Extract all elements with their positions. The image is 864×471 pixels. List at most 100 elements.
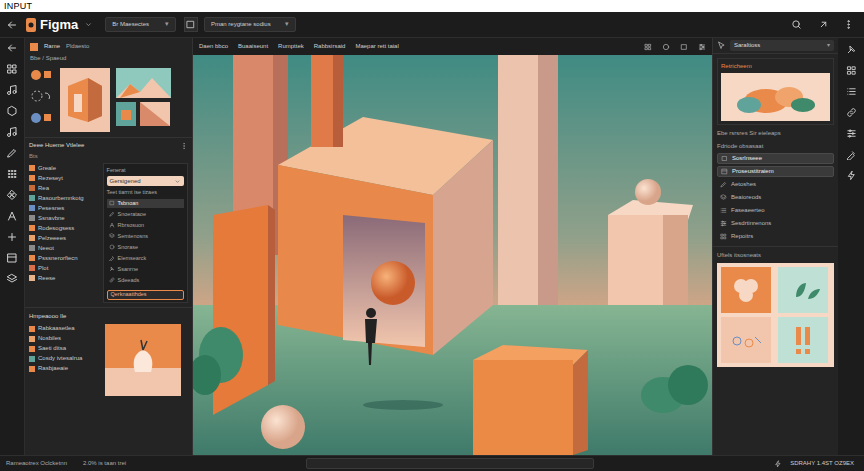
layer-row[interactable]: Rezeseyt (29, 173, 99, 183)
layer-row[interactable]: Greale (29, 163, 99, 173)
property-row[interactable]: Sesdrtinrenons (717, 218, 834, 229)
page-swatch (29, 346, 35, 352)
layer-row[interactable]: Rasourbemnkotg (29, 193, 99, 203)
asset-card (116, 102, 136, 126)
arrow-left-icon[interactable] (6, 42, 18, 54)
frame-icon[interactable] (6, 252, 18, 264)
property-label: Snorase (118, 243, 139, 251)
dropdown-value: Saraltioss (734, 41, 760, 50)
property-row[interactable]: Beaioreods (717, 192, 834, 203)
bars-tile (778, 317, 831, 363)
app-window: INPUT FigmaBr Maesectes▾Pman reygtane so… (0, 0, 864, 471)
pen-icon[interactable] (6, 147, 18, 159)
page-row[interactable]: Nosbiles (29, 334, 99, 344)
view-menu[interactable]: Pman reygtane sodius▾ (204, 17, 296, 32)
square-icon[interactable] (680, 43, 688, 51)
layer-swatch (29, 235, 35, 241)
property-row[interactable]: Semtenosns (107, 232, 184, 241)
layer-row[interactable]: Ssnavbne (29, 213, 99, 223)
cursor-icon[interactable] (717, 41, 726, 50)
layer-row[interactable]: Neeot (29, 243, 99, 253)
page-row[interactable]: Cosdy ivtesalrua (29, 354, 99, 364)
layer-row[interactable]: Psssnerorfiecn (29, 253, 99, 263)
page-label: Rasbjaeaie (38, 364, 68, 373)
more-icon[interactable] (843, 19, 854, 30)
share-icon[interactable] (818, 19, 829, 30)
component-icon[interactable] (6, 189, 18, 201)
property-row[interactable]: Rbrsosuon (107, 221, 184, 230)
circle-icon[interactable] (662, 43, 670, 51)
layer-row[interactable]: Reese (29, 273, 99, 283)
layer-row[interactable]: Rea (29, 183, 99, 193)
property-row[interactable]: Ssanrne (107, 265, 184, 274)
right-dropdown[interactable]: Saraltioss▾ (730, 40, 834, 51)
layer-label: Rasourbemnkotg (38, 194, 84, 203)
property-label: Elemsearck (118, 254, 147, 262)
grid-icon[interactable] (644, 43, 652, 51)
music-note-icon[interactable] (6, 126, 18, 138)
property-row[interactable]: Snoerataoe (107, 210, 184, 219)
page-row[interactable]: Saeti ditsa (29, 344, 99, 354)
more-icon[interactable] (180, 142, 188, 150)
property-icon (109, 255, 115, 261)
property-icon (720, 181, 727, 188)
text-icon[interactable] (6, 210, 18, 222)
page-row[interactable]: Rabkaasetlea (29, 324, 99, 334)
properties-button[interactable]: Qerknaatthdes (107, 290, 184, 300)
layers-icon[interactable] (6, 273, 18, 285)
property-row[interactable]: Aetoshes (717, 179, 834, 190)
bolt-icon[interactable] (846, 170, 857, 181)
layer-swatch (29, 185, 35, 191)
layer-label: Psssnerorfiecn (38, 254, 78, 263)
property-row[interactable]: Elemsearck (107, 254, 184, 263)
layer-row[interactable]: Pesesnes (29, 203, 99, 213)
music-icon[interactable] (6, 84, 18, 96)
properties-panel: FeneratGersigenedTeet tiarrnt ise tizaes… (103, 163, 188, 303)
toolbar-item[interactable]: Rumpttek (278, 42, 304, 51)
properties-title: Fenerat (107, 166, 184, 174)
property-row[interactable]: Proseustitraiem (717, 166, 834, 177)
grid-icon[interactable] (846, 65, 857, 76)
square-icon[interactable] (184, 17, 198, 32)
dots-grid-icon[interactable] (6, 168, 18, 180)
page-swatch (29, 366, 35, 372)
arrow-left-icon[interactable] (6, 19, 18, 31)
property-row[interactable]: Repoitrs (717, 231, 834, 242)
grid-icon[interactable] (6, 63, 18, 75)
layer-row[interactable]: Plot (29, 263, 99, 273)
pin-icon[interactable] (846, 44, 857, 55)
property-icon (109, 244, 115, 250)
layer-swatch (29, 165, 35, 171)
command-input[interactable] (306, 458, 594, 469)
search-icon[interactable] (791, 19, 802, 30)
file-menu[interactable]: Br Maesectes▾ (105, 17, 176, 32)
page-thumbnail (105, 324, 181, 396)
properties-dropdown[interactable]: Gersigened (107, 176, 184, 186)
property-row[interactable]: Sdeeads (107, 276, 184, 285)
property-row[interactable]: Snorase (107, 243, 184, 252)
list-icon[interactable] (846, 86, 857, 97)
property-row[interactable]: Tsbnoan (107, 199, 184, 208)
property-row[interactable]: Sosrlnseee (717, 153, 834, 164)
property-icon (109, 200, 115, 206)
toolbar-item[interactable]: Rabbsirsaid (314, 42, 346, 51)
page-swatch (29, 326, 35, 332)
page-row[interactable]: Rasbjaeaie (29, 364, 99, 374)
layer-label: Neeot (38, 244, 54, 253)
sliders-icon[interactable] (846, 128, 857, 139)
toolbar-item[interactable]: Maepar rett taial (355, 42, 398, 51)
app-logo[interactable]: Figma (26, 15, 78, 35)
plus-icon[interactable] (6, 231, 18, 243)
layer-row[interactable]: Rodesogsess (29, 223, 99, 233)
layer-row[interactable]: Pelzeeees (29, 233, 99, 243)
canvas[interactable] (193, 55, 712, 455)
toolbar-item[interactable]: Daen bbco (199, 42, 228, 51)
layer-filter[interactable]: Bts (29, 152, 188, 161)
right-header: Saraltioss▾ (713, 38, 838, 54)
sliders-icon[interactable] (698, 43, 706, 51)
hexagon-icon[interactable] (6, 105, 18, 117)
toolbar-item[interactable]: Buaaiseunt (238, 42, 268, 51)
link-icon[interactable] (846, 107, 857, 118)
tool-icon[interactable] (846, 149, 857, 160)
property-row[interactable]: Faseaeerteo (717, 205, 834, 216)
